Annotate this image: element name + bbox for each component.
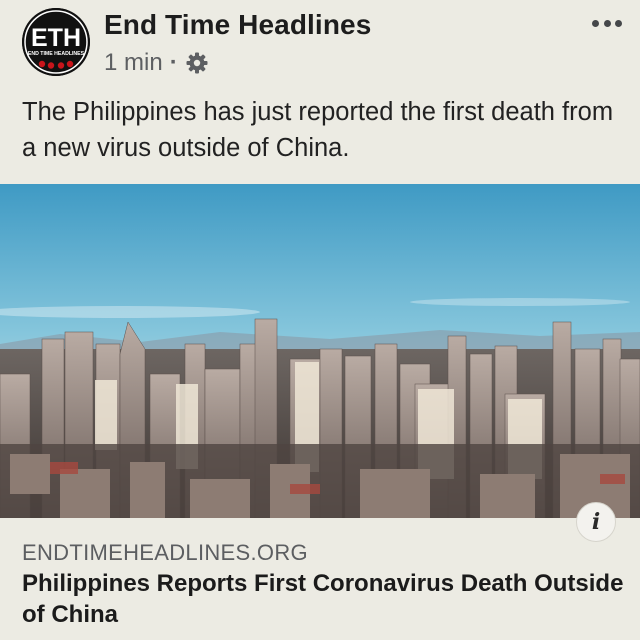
post-header: ETH END TIME HEADLINES End Time Headline… [0, 0, 640, 92]
post-meta: 1 min · [104, 48, 209, 78]
avatar-text: ETH [31, 24, 81, 52]
avatar-subtext: END TIME HEADLINES [28, 51, 85, 57]
eth-logo-icon: ETH END TIME HEADLINES [22, 8, 90, 76]
meta-separator: · [169, 49, 178, 76]
link-preview[interactable]: ENDTIMEHEADLINES.ORG Philippines Reports… [0, 518, 640, 640]
globe-gear-icon [185, 51, 209, 75]
more-options-icon[interactable] [592, 14, 622, 32]
avatar[interactable]: ETH END TIME HEADLINES [22, 8, 90, 76]
link-domain: ENDTIMEHEADLINES.ORG [22, 540, 308, 565]
city-skyline-photo[interactable] [0, 184, 640, 518]
timestamp[interactable]: 1 min [104, 49, 163, 77]
post-text: The Philippines has just reported the fi… [22, 98, 614, 162]
author-name[interactable]: End Time Headlines [104, 9, 371, 41]
link-title[interactable]: Philippines Reports First Coronavirus De… [22, 568, 632, 630]
